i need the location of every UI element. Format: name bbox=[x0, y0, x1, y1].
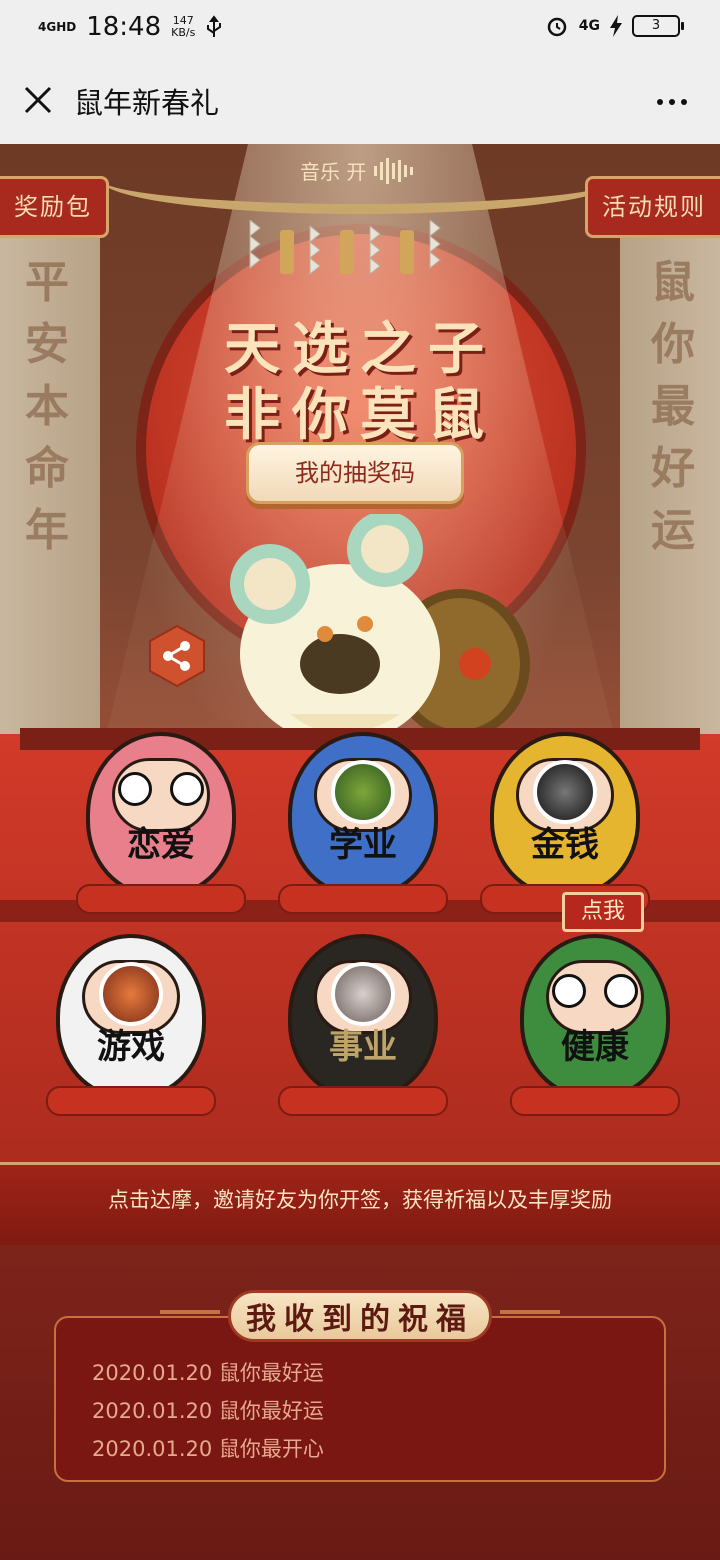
usb-icon bbox=[207, 15, 222, 37]
daruma-study[interactable]: 学业 bbox=[278, 732, 448, 917]
network-speed-unit: KB/s bbox=[171, 26, 196, 39]
daruma-cushion bbox=[46, 1086, 216, 1116]
blessings-title: 我收到的祝福 bbox=[246, 1302, 474, 1337]
daruma-eye-right bbox=[604, 974, 638, 1008]
friend-avatar bbox=[533, 760, 597, 824]
music-wave-icon bbox=[374, 157, 414, 184]
more-icon[interactable] bbox=[654, 84, 690, 120]
blessing-item: 2020.01.20 鼠你最好运 bbox=[92, 1399, 324, 1423]
friend-avatar bbox=[331, 760, 395, 824]
title-ornament-left bbox=[160, 1310, 220, 1314]
daruma-money[interactable]: 金钱 bbox=[480, 732, 650, 917]
daruma-label: 恋爱 bbox=[127, 825, 195, 865]
music-label: 音乐 开 bbox=[300, 160, 367, 184]
friend-avatar bbox=[331, 962, 395, 1026]
battery-indicator: 3 bbox=[632, 15, 684, 37]
clock: 18:48 bbox=[86, 12, 162, 42]
daruma-love[interactable]: 恋爱 bbox=[76, 732, 246, 917]
blessing-item: 2020.01.20 鼠你最好运 bbox=[92, 1361, 324, 1385]
rat-mascot-illustration bbox=[230, 514, 530, 744]
invite-instructions: 点击达摩，邀请好友为你开签，获得祈福以及丰厚奖励 bbox=[108, 1188, 612, 1212]
daruma-label: 金钱 bbox=[531, 825, 599, 865]
tassel-decor bbox=[249, 220, 441, 276]
network-speed: 147 KB/s bbox=[171, 15, 195, 39]
status-bar: 4GHD 18:48 147 KB/s 4G 3 bbox=[0, 0, 720, 56]
charging-icon bbox=[610, 15, 622, 37]
daruma-eye-left bbox=[552, 974, 586, 1008]
lottery-code-button[interactable]: 我的抽奖码 bbox=[246, 442, 464, 504]
close-icon[interactable] bbox=[18, 80, 58, 120]
alarm-icon bbox=[547, 17, 567, 37]
music-toggle[interactable]: 音乐 开 bbox=[300, 156, 414, 185]
daruma-games[interactable]: 游戏 bbox=[46, 934, 216, 1119]
nav-bar: 鼠年新春礼 bbox=[0, 56, 720, 145]
daruma-eye-right bbox=[170, 772, 204, 806]
daruma-eye-left bbox=[118, 772, 152, 806]
daruma-cushion bbox=[76, 884, 246, 914]
daruma-health[interactable]: 健康 bbox=[510, 934, 680, 1119]
share-icon[interactable] bbox=[148, 624, 206, 688]
event-scene: 平安本命年 鼠你最好运 奖励包 活动规则 音乐 开 天选之子 非你莫鼠 我的抽奖… bbox=[0, 144, 720, 1560]
title-ornament-right bbox=[500, 1310, 560, 1314]
daruma-label: 健康 bbox=[561, 1027, 629, 1067]
daruma-cushion bbox=[278, 884, 448, 914]
daruma-label: 游戏 bbox=[97, 1027, 165, 1067]
rules-button[interactable]: 活动规则 bbox=[585, 176, 720, 238]
friend-avatar bbox=[99, 962, 163, 1026]
daruma-cushion bbox=[510, 1086, 680, 1116]
daruma-label: 事业 bbox=[329, 1027, 397, 1067]
daruma-career[interactable]: 事业 bbox=[278, 934, 448, 1119]
reward-pack-button[interactable]: 奖励包 bbox=[0, 176, 109, 238]
daruma-label: 学业 bbox=[329, 825, 397, 865]
signal-indicator: 4GHD bbox=[38, 20, 77, 34]
blessing-item: 2020.01.20 鼠你最开心 bbox=[92, 1437, 324, 1461]
page-title: 鼠年新春礼 bbox=[74, 86, 220, 120]
tap-me-badge[interactable]: 点我 bbox=[562, 892, 644, 932]
daruma-cushion bbox=[278, 1086, 448, 1116]
network-type: 4G bbox=[578, 18, 600, 34]
headline-line-2: 非你莫鼠 bbox=[224, 383, 496, 448]
blessings-list: 2020.01.20 鼠你最好运 2020.01.20 鼠你最好运 2020.0… bbox=[92, 1354, 324, 1468]
